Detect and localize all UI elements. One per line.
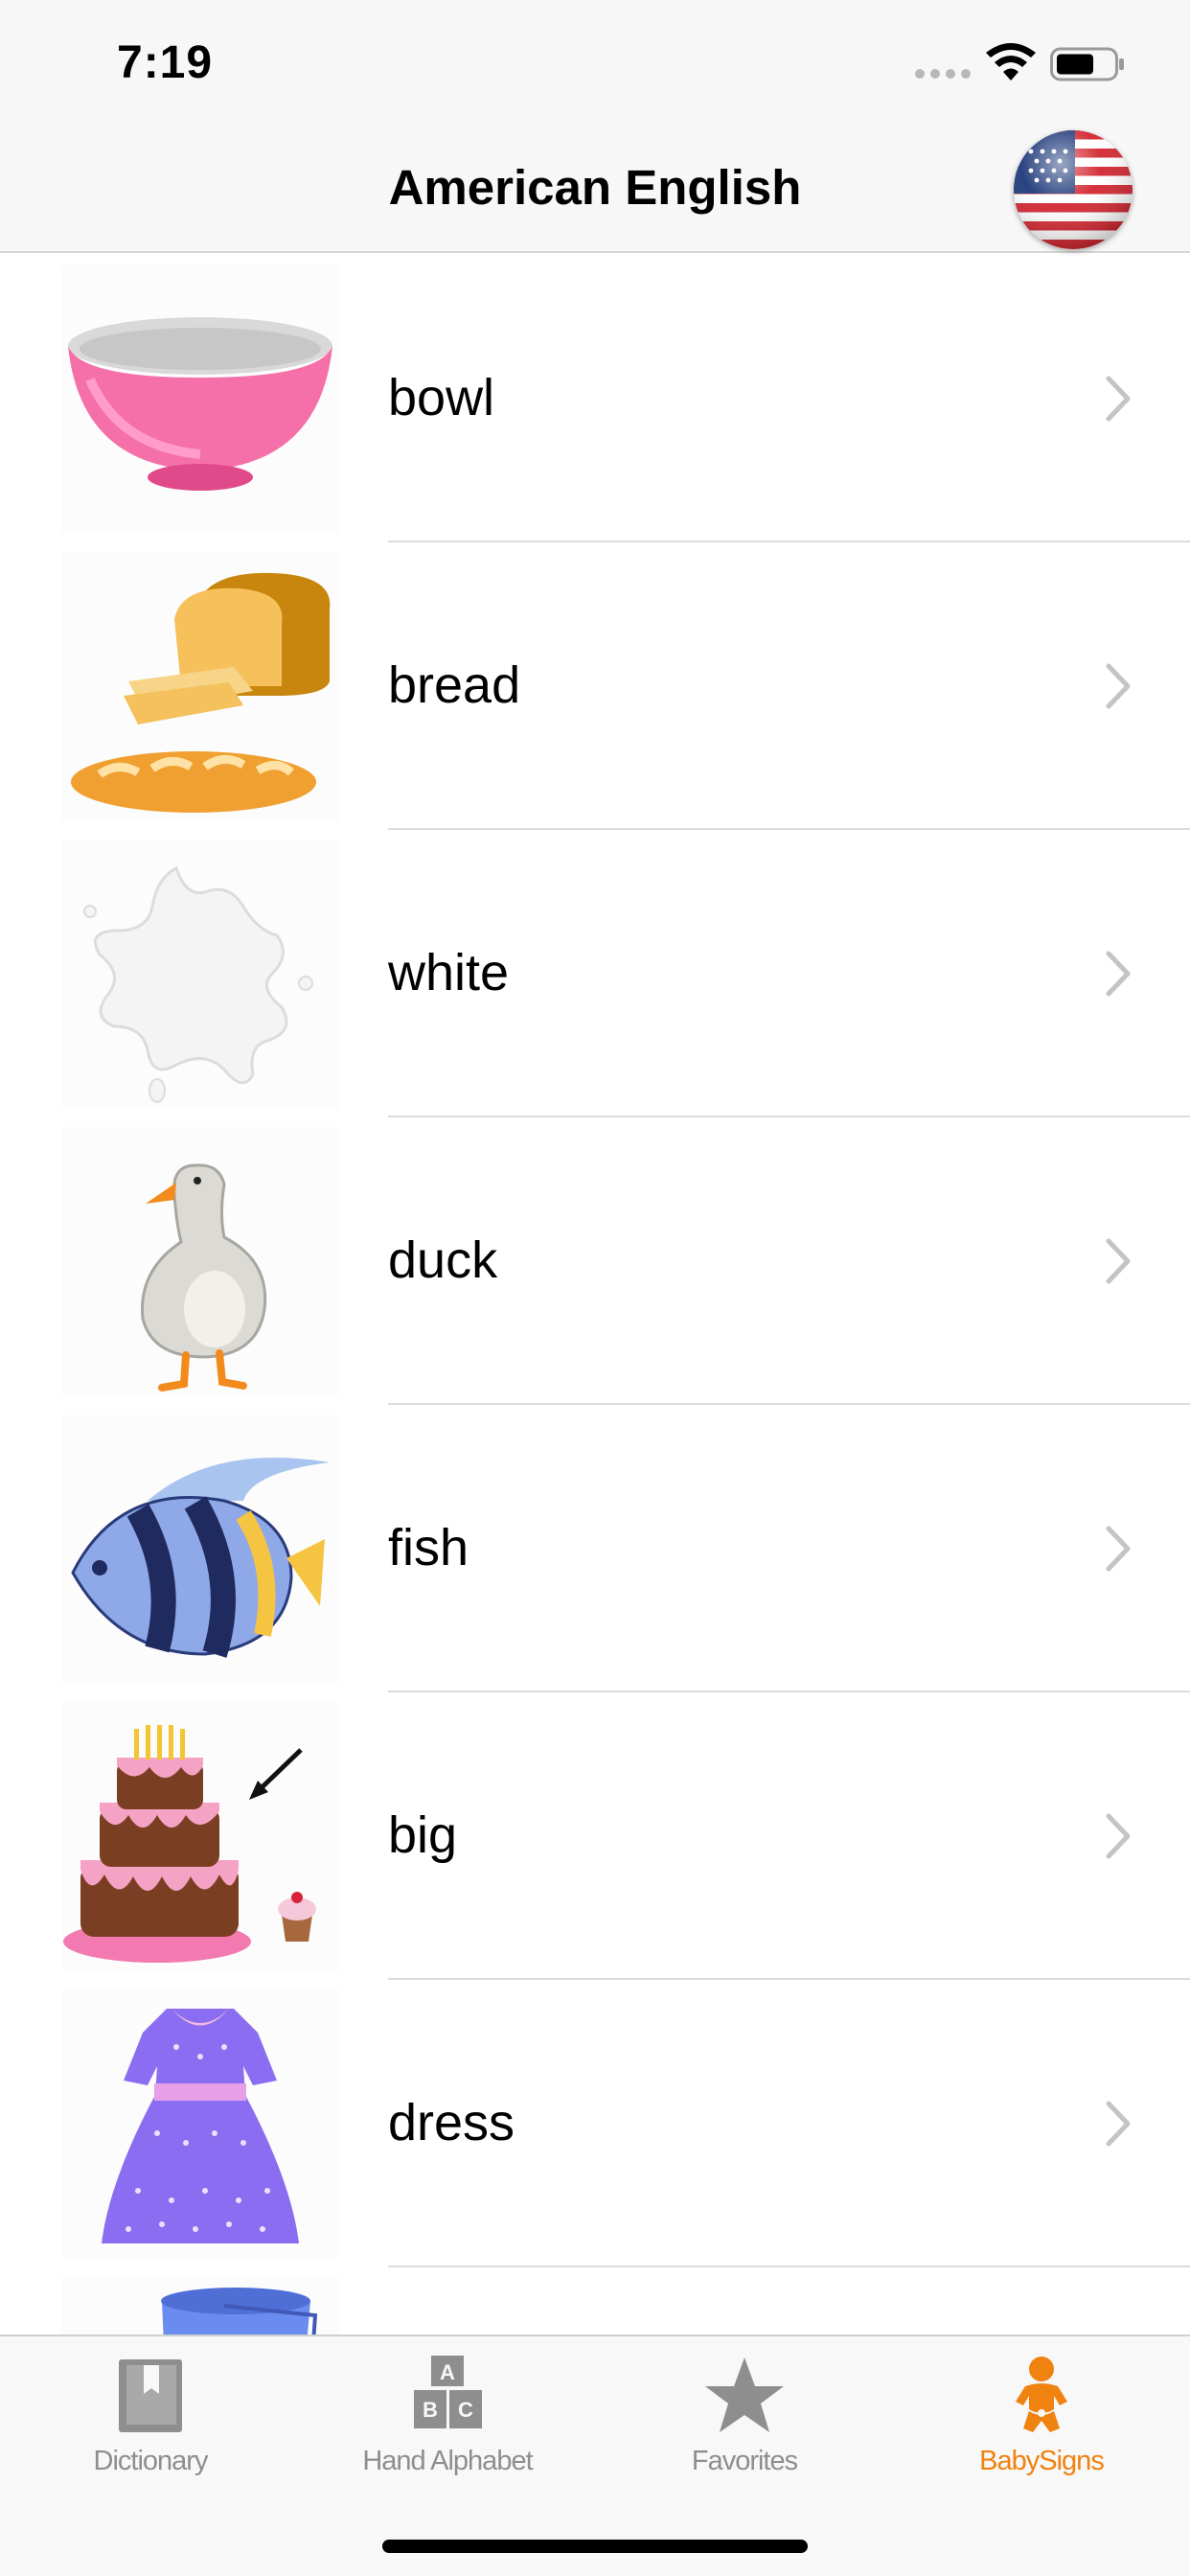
list-item-label: bread	[388, 656, 521, 714]
tab-dictionary[interactable]: Dictionary	[2, 2336, 299, 2518]
baby-icon	[1016, 2357, 1067, 2432]
chevron-right-icon	[1106, 1238, 1131, 1284]
list-item-label: big	[388, 1806, 458, 1864]
list-item-label: duck	[388, 1231, 498, 1289]
list-item-big[interactable]: big	[0, 1692, 1190, 1980]
chevron-right-icon	[1106, 951, 1131, 997]
sign-list: bowl bread white duck fish big dress	[0, 255, 1190, 2334]
bowl-image	[61, 264, 339, 533]
tab-label: Dictionary	[93, 2446, 209, 2476]
us-flag-icon[interactable]	[1014, 130, 1133, 249]
tab-label: Favorites	[691, 2446, 798, 2476]
chevron-right-icon	[1106, 663, 1131, 709]
list-item-dress[interactable]: dress	[0, 1980, 1190, 2267]
list-item-white[interactable]: white	[0, 830, 1190, 1117]
partial-item-image	[61, 2277, 339, 2334]
list-item-label: bowl	[388, 369, 495, 426]
dictionary-book-icon	[119, 2359, 182, 2432]
star-icon	[705, 2358, 784, 2432]
chevron-right-icon	[1106, 2101, 1131, 2147]
dress-image	[61, 1990, 339, 2258]
alphabet-blocks-icon: A B C	[414, 2356, 482, 2428]
tab-hand-alphabet[interactable]: A B C Hand Alphabet	[299, 2336, 596, 2518]
list-item-label: fish	[388, 1519, 469, 1576]
list-item-fish[interactable]: fish	[0, 1405, 1190, 1692]
duck-image	[61, 1127, 339, 1395]
list-item-label: dress	[388, 2094, 515, 2151]
chevron-right-icon	[1106, 376, 1131, 422]
tab-favorites[interactable]: Favorites	[596, 2336, 893, 2518]
list-item-bread[interactable]: bread	[0, 542, 1190, 830]
svg-text:A: A	[440, 2360, 455, 2384]
list-item-label: white	[388, 944, 510, 1001]
battery-icon	[1050, 47, 1124, 81]
bread-image	[61, 552, 339, 820]
svg-text:C: C	[458, 2398, 473, 2422]
tab-babysigns[interactable]: BabySigns	[893, 2336, 1190, 2518]
navigation-bar: American English	[0, 126, 1190, 253]
wifi-icon	[986, 43, 1036, 80]
svg-text:B: B	[423, 2398, 438, 2422]
list-item-duck[interactable]: duck	[0, 1117, 1190, 1405]
cellular-signal-icon	[915, 69, 971, 79]
list-item-bowl[interactable]: bowl	[0, 255, 1190, 542]
chevron-right-icon	[1106, 1526, 1131, 1572]
tab-label: Hand Alphabet	[362, 2446, 533, 2476]
status-time: 7:19	[117, 37, 214, 88]
milk-splash-image	[61, 840, 339, 1108]
tab-label: BabySigns	[979, 2446, 1105, 2476]
cake-image	[61, 1702, 339, 1970]
page-title: American English	[388, 160, 802, 215]
list-item-partial[interactable]	[0, 2267, 1190, 2334]
chevron-right-icon	[1106, 1813, 1131, 1859]
home-indicator[interactable]	[382, 2540, 808, 2553]
status-bar: 7:19	[0, 0, 1190, 126]
fish-image	[61, 1414, 339, 1683]
